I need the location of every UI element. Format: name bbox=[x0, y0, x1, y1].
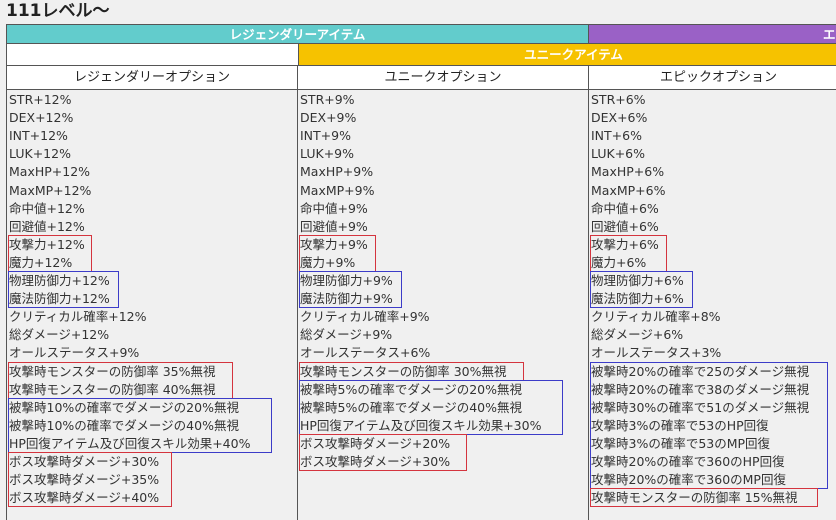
unique-item-band: ユニークアイテム bbox=[298, 44, 836, 66]
legendary-option-header: レジェンダリーオプション bbox=[6, 66, 298, 90]
blue-highlight-box bbox=[299, 271, 402, 309]
option-line: 命中値+6% bbox=[591, 200, 659, 216]
red-highlight-box bbox=[8, 361, 233, 399]
blue-highlight-box bbox=[8, 271, 119, 309]
red-highlight-box bbox=[8, 452, 172, 508]
legendary-option-column: STR+12% DEX+12% INT+12% LUK+12% MaxHP+12% Max… bbox=[6, 90, 298, 520]
red-highlight-box bbox=[299, 234, 376, 272]
option-line: 命中値+12% bbox=[9, 200, 85, 216]
option-line: オールステータス+6% bbox=[300, 345, 431, 361]
blue-highlight-box bbox=[590, 361, 828, 490]
option-line: INT+6% bbox=[591, 128, 642, 144]
option-line: STR+12% bbox=[9, 92, 72, 107]
option-line: 総ダメージ+12% bbox=[9, 327, 110, 343]
blue-highlight-box bbox=[590, 271, 693, 309]
option-line: オールステータス+9% bbox=[9, 345, 140, 361]
option-line: 回避値+6% bbox=[591, 218, 659, 234]
unique-option-column: STR+9% DEX+9% INT+9% LUK+9% MaxHP+9% MaxMP+9%… bbox=[298, 90, 589, 520]
option-line: オールステータス+3% bbox=[591, 345, 722, 361]
epic-option-column: STR+6% DEX+6% INT+6% LUK+6% MaxHP+6% MaxMP+6%… bbox=[589, 90, 836, 520]
option-line: LUK+9% bbox=[300, 146, 354, 162]
unique-option-header: ユニークオプション bbox=[298, 66, 589, 90]
option-line: LUK+6% bbox=[591, 146, 645, 162]
option-line: LUK+12% bbox=[9, 146, 71, 162]
option-line: MaxHP+12% bbox=[9, 164, 91, 180]
empty-cell bbox=[6, 44, 298, 66]
red-highlight-box bbox=[299, 433, 467, 472]
option-line: MaxMP+12% bbox=[9, 182, 92, 198]
option-line: INT+12% bbox=[9, 128, 68, 144]
option-line: DEX+9% bbox=[300, 110, 357, 126]
epic-item-band: エ bbox=[589, 24, 836, 44]
option-line: DEX+12% bbox=[9, 110, 74, 126]
legendary-item-band: レジェンダリーアイテム bbox=[6, 24, 589, 44]
option-line: MaxHP+9% bbox=[300, 164, 374, 180]
epic-option-header: エピックオプション bbox=[589, 66, 836, 90]
option-line: 総ダメージ+6% bbox=[591, 327, 684, 343]
option-line: クリティカル確率+9% bbox=[300, 309, 430, 325]
option-line: MaxHP+6% bbox=[591, 164, 665, 180]
option-line: MaxMP+6% bbox=[591, 182, 666, 198]
option-line: DEX+6% bbox=[591, 110, 648, 126]
option-line: MaxMP+9% bbox=[300, 182, 375, 198]
option-line: クリティカル確率+12% bbox=[9, 309, 147, 325]
blue-highlight-box bbox=[8, 397, 272, 453]
red-highlight-box bbox=[590, 488, 818, 508]
option-line: 命中値+9% bbox=[300, 200, 368, 216]
option-line: 総ダメージ+9% bbox=[300, 327, 393, 343]
option-line: クリティカル確率+8% bbox=[591, 309, 721, 325]
option-line: STR+9% bbox=[300, 92, 355, 107]
red-highlight-box bbox=[299, 361, 524, 381]
option-line: STR+6% bbox=[591, 92, 646, 107]
options-table: レジェンダリーアイテム エ ユニークアイテム レジェンダリーオプション ユニーク… bbox=[6, 24, 836, 520]
blue-highlight-box bbox=[299, 379, 563, 435]
option-line: 回避値+9% bbox=[300, 218, 368, 234]
option-line: 回避値+12% bbox=[9, 218, 85, 234]
option-line: INT+9% bbox=[300, 128, 351, 144]
red-highlight-box bbox=[8, 234, 92, 272]
page-heading: 111レベル～ bbox=[6, 1, 110, 21]
red-highlight-box bbox=[590, 234, 667, 272]
